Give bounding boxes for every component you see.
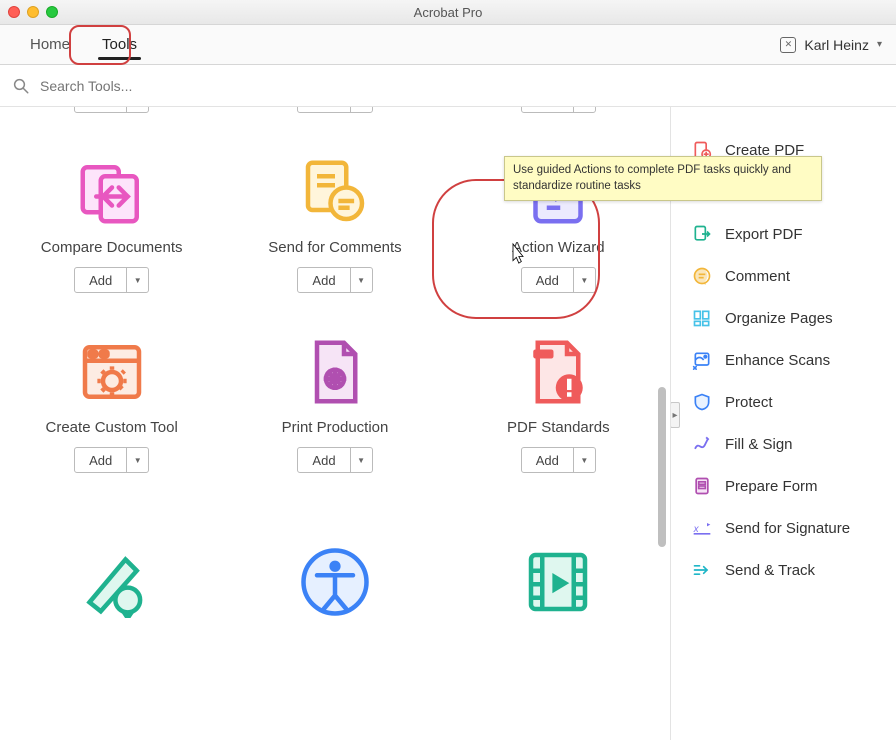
chevron-down-icon[interactable]: ▼ <box>126 448 148 472</box>
fill-sign-icon <box>691 433 713 455</box>
tool-tile-compare[interactable]: Compare Documents Add▼ <box>0 153 223 293</box>
sidebar-item-label: Fill & Sign <box>725 436 793 453</box>
comment-icon <box>691 265 713 287</box>
tool-tile-custom-tool[interactable]: Create Custom Tool Add▼ <box>0 333 223 473</box>
tool-title: PDF Standards <box>507 419 610 437</box>
add-button[interactable]: Add▼ <box>521 107 596 113</box>
sidebar-collapse-handle[interactable]: ▸ <box>670 402 680 428</box>
navbar: Home Tools ✕ Karl Heinz ▾ <box>0 25 896 65</box>
tool-title: Print Production <box>282 419 389 437</box>
send-track-icon <box>691 559 713 581</box>
search-input[interactable] <box>40 78 884 94</box>
search-row <box>0 65 896 107</box>
add-button[interactable]: Add▼ <box>74 447 149 473</box>
sidebar-item-prepare-form[interactable]: Prepare Form <box>685 465 882 507</box>
tool-tile-pdf-standards[interactable]: PDF Standards Add▼ <box>447 333 670 473</box>
tooltip: Use guided Actions to complete PDF tasks… <box>504 156 822 201</box>
chevron-down-icon[interactable]: ▼ <box>350 448 372 472</box>
certificates-icon <box>72 543 152 621</box>
sidebar-item-label: Enhance Scans <box>725 352 830 369</box>
add-button[interactable]: Add▼ <box>297 107 372 113</box>
tool-tile-partial: Add▼ <box>223 107 446 113</box>
print-production-icon <box>295 333 375 411</box>
device-icon: ✕ <box>780 37 796 53</box>
sidebar-item-export-pdf[interactable]: Export PDF <box>685 213 882 255</box>
nav-tools[interactable]: Tools <box>86 30 153 59</box>
tool-tile-accessibility[interactable]: AccessibilityAdd▼ <box>223 513 446 629</box>
sidebar-item-label: Export PDF <box>725 226 803 243</box>
sidebar-item-label: Protect <box>725 394 773 411</box>
chevron-down-icon[interactable]: ▼ <box>350 107 372 112</box>
export-pdf-icon <box>691 223 713 245</box>
protect-icon <box>691 391 713 413</box>
sidebar-item-protect[interactable]: Protect <box>685 381 882 423</box>
sidebar-item-organize-pages[interactable]: Organize Pages <box>685 297 882 339</box>
chevron-down-icon[interactable]: ▼ <box>126 268 148 292</box>
add-button[interactable]: Add▼ <box>74 107 149 113</box>
nav-home[interactable]: Home <box>14 30 86 59</box>
account-name: Karl Heinz <box>804 37 869 53</box>
tool-title: Send for Comments <box>268 239 401 257</box>
search-icon <box>12 77 30 95</box>
send-comments-icon <box>295 153 375 231</box>
tool-title: Compare Documents <box>41 239 183 257</box>
tool-tile-partial: Add▼ <box>447 107 670 113</box>
pdf-standards-icon <box>518 333 598 411</box>
chevron-down-icon[interactable]: ▼ <box>573 448 595 472</box>
organize-pages-icon <box>691 307 713 329</box>
prepare-form-icon <box>691 475 713 497</box>
add-button[interactable]: Add▼ <box>297 447 372 473</box>
sidebar-item-label: Organize Pages <box>725 310 833 327</box>
custom-tool-icon <box>72 333 152 411</box>
tool-tile-send-comments[interactable]: Send for Comments Add▼ <box>223 153 446 293</box>
rich-media-icon <box>518 543 598 621</box>
send-signature-icon: x <box>691 517 713 539</box>
sidebar-item-comment[interactable]: Comment <box>685 255 882 297</box>
add-button[interactable]: Add▼ <box>521 267 596 293</box>
sidebar-item-send-signature[interactable]: x Send for Signature <box>685 507 882 549</box>
window-title: Acrobat Pro <box>0 5 896 20</box>
sidebar-item-fill-sign[interactable]: Fill & Sign <box>685 423 882 465</box>
pointer-cursor <box>508 242 528 266</box>
sidebar-item-label: Comment <box>725 268 790 285</box>
tool-tile-certificates[interactable]: CertificatesAdd▼ <box>0 513 223 629</box>
tools-grid-panel: Add▼Add▼Add▼Compare DocumentsAdd▼Send fo… <box>0 107 670 740</box>
compare-icon <box>72 153 152 231</box>
chevron-down-icon: ▾ <box>877 39 882 50</box>
add-button[interactable]: Add▼ <box>521 447 596 473</box>
tool-title: Create Custom Tool <box>46 419 178 437</box>
chevron-down-icon[interactable]: ▼ <box>350 268 372 292</box>
sidebar-item-label: Send for Signature <box>725 520 850 537</box>
accessibility-icon <box>295 543 375 621</box>
sidebar-item-enhance-scans[interactable]: Enhance Scans <box>685 339 882 381</box>
sidebar: ▸ Create PDFEdit PDFExport PDFCommentOrg… <box>670 107 896 740</box>
titlebar: Acrobat Pro <box>0 0 896 25</box>
add-button[interactable]: Add▼ <box>74 267 149 293</box>
chevron-down-icon[interactable]: ▼ <box>126 107 148 112</box>
sidebar-item-send-track[interactable]: Send & Track <box>685 549 882 591</box>
enhance-scans-icon <box>691 349 713 371</box>
tool-tile-print-production[interactable]: Print Production Add▼ <box>223 333 446 473</box>
scrollbar-thumb[interactable] <box>658 387 666 547</box>
sidebar-item-label: Prepare Form <box>725 478 818 495</box>
chevron-down-icon[interactable]: ▼ <box>573 107 595 112</box>
tool-tile-rich-media[interactable]: Rich MediaAdd▼ <box>447 513 670 629</box>
tool-tile-partial: Add▼ <box>0 107 223 113</box>
account-menu[interactable]: ✕ Karl Heinz ▾ <box>780 37 882 53</box>
sidebar-item-label: Send & Track <box>725 562 815 579</box>
chevron-down-icon[interactable]: ▼ <box>573 268 595 292</box>
add-button[interactable]: Add▼ <box>297 267 372 293</box>
